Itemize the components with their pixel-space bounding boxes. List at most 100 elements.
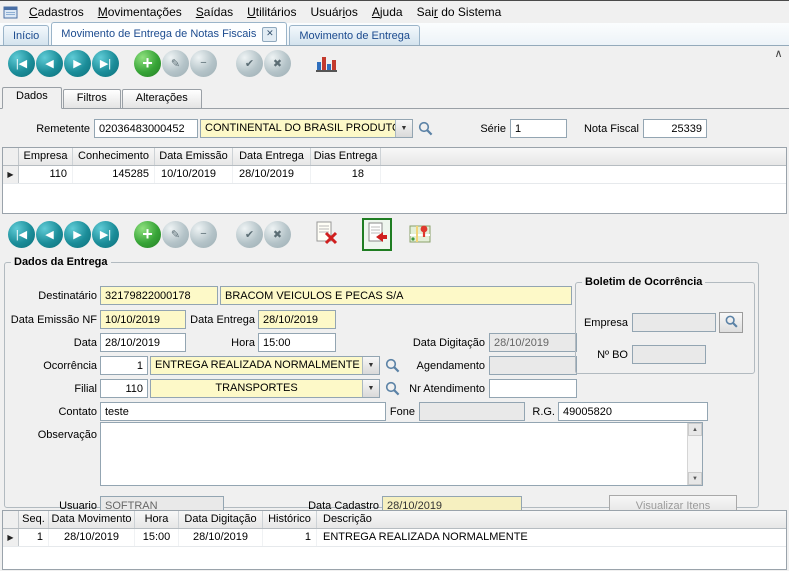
subtab-filtros[interactable]: Filtros [63, 89, 121, 108]
chart-button[interactable] [314, 50, 338, 77]
grid-row[interactable]: ▶ 110 145285 10/10/2019 28/10/2019 18 [3, 166, 786, 184]
cell-filler [381, 166, 786, 183]
cell-empresa: 110 [19, 166, 73, 183]
menu-ajuda[interactable]: Ajuda [365, 2, 410, 23]
cancel-delivery-button[interactable] [314, 221, 338, 248]
bo-empresa-search-button[interactable] [719, 312, 743, 333]
agendamento-input [489, 356, 577, 375]
indicator-column-header [3, 148, 19, 165]
map-location-button[interactable] [408, 221, 432, 248]
cancel-button[interactable]: ✖ [264, 50, 291, 77]
remetente-combobox[interactable]: CONTINENTAL DO BRASIL PRODUTOS A ▼ [200, 119, 413, 138]
detail-add-record-button[interactable]: + [134, 221, 161, 248]
cell-dias-entrega: 18 [311, 166, 381, 183]
observacao-textarea[interactable] [101, 423, 687, 485]
grid-row[interactable]: ▶ 1 28/10/2019 15:00 28/10/2019 1 ENTREG… [3, 529, 786, 547]
subtab-dados[interactable]: Dados [2, 87, 62, 109]
menu-accesskey: U [247, 5, 256, 19]
menu-label: Sai [417, 5, 434, 19]
search-icon [724, 314, 739, 332]
data-entrega-input[interactable] [258, 310, 336, 329]
hora-input[interactable] [258, 333, 336, 352]
close-tab-icon[interactable]: ✕ [262, 27, 277, 42]
tab-label: Movimento de Entrega de Notas Fiscais [61, 25, 256, 43]
menu-cadastros[interactable]: Cadastros [22, 2, 91, 23]
column-header-conhecimento: Conhecimento [73, 148, 155, 165]
cell-conhecimento: 145285 [73, 166, 155, 183]
column-header-seq: Seq. [19, 511, 49, 528]
menu-saidas[interactable]: Saídas [189, 2, 240, 23]
destinatario-label: Destinatário [9, 287, 97, 305]
edit-record-button[interactable]: ✎ [162, 50, 189, 77]
data-emissao-nf-input[interactable] [100, 310, 186, 329]
detail-previous-record-button[interactable]: ◀ [36, 221, 63, 248]
add-record-button[interactable]: + [134, 50, 161, 77]
menu-utilitarios[interactable]: Utilitários [240, 2, 303, 23]
contato-input[interactable] [100, 402, 386, 421]
remetente-code-input[interactable] [94, 119, 198, 138]
chevron-down-icon[interactable]: ▼ [362, 380, 379, 397]
observacao-scrollbar[interactable]: ▲ ▼ [687, 423, 702, 485]
nr-atendimento-label: Nr Atendimento [397, 380, 485, 398]
detail-confirm-button[interactable]: ✔ [236, 221, 263, 248]
delete-record-button[interactable]: − [190, 50, 217, 77]
chevron-down-icon[interactable]: ▼ [395, 120, 412, 137]
detail-first-record-button[interactable]: |◀ [8, 221, 35, 248]
application-window: Cadastros Movimentações Saídas Utilitári… [0, 0, 789, 571]
menu-accesskey: C [29, 5, 38, 19]
last-record-button[interactable]: ▶| [92, 50, 119, 77]
tab-movimento-entrega[interactable]: Movimento de Entrega [289, 25, 420, 45]
serie-input[interactable] [510, 119, 567, 138]
nr-atendimento-input[interactable] [489, 379, 577, 398]
scroll-down-icon[interactable]: ▼ [688, 472, 702, 485]
tab-movimento-entrega-notas-fiscais[interactable]: Movimento de Entrega de Notas Fiscais ✕ [51, 22, 287, 45]
data-input[interactable] [100, 333, 186, 352]
chevron-down-icon[interactable]: ▼ [362, 357, 379, 374]
remetente-label: Remetente [14, 120, 90, 138]
scroll-up-icon[interactable]: ▲ [688, 423, 702, 436]
menu-sair-do-sistema[interactable]: Sair do Sistema [410, 2, 509, 23]
ocorrencia-code-input[interactable] [100, 356, 148, 375]
scroll-up-icon[interactable]: ∧ [771, 47, 786, 62]
tab-label: Início [13, 27, 39, 45]
column-header-filler [381, 148, 786, 165]
document-arrow-icon [366, 222, 388, 247]
menu-movimentacoes[interactable]: Movimentações [91, 2, 189, 23]
subtab-alteracoes[interactable]: Alterações [122, 89, 202, 108]
menu-accesskey: A [372, 5, 380, 19]
data-digitacao-input [489, 333, 577, 352]
next-record-button[interactable]: ▶ [64, 50, 91, 77]
column-header-data-movimento: Data Movimento [49, 511, 135, 528]
fone-label: Fone [385, 403, 415, 421]
filial-code-input[interactable] [100, 379, 148, 398]
detail-delete-record-button[interactable]: − [190, 221, 217, 248]
rg-input[interactable] [558, 402, 708, 421]
detail-cancel-button[interactable]: ✖ [264, 221, 291, 248]
cell-hora: 15:00 [135, 529, 179, 546]
chart-icon [314, 50, 338, 77]
filial-combobox-value: TRANSPORTES [151, 380, 362, 397]
ocorrencia-label: Ocorrência [9, 357, 97, 375]
destinatario-code-input[interactable] [100, 286, 218, 305]
detail-last-record-button[interactable]: ▶| [92, 221, 119, 248]
detail-edit-record-button[interactable]: ✎ [162, 221, 189, 248]
ocorrencia-combobox[interactable]: ENTREGA REALIZADA NORMALMENTE ▼ [150, 356, 380, 375]
previous-record-button[interactable]: ◀ [36, 50, 63, 77]
register-delivery-button[interactable] [362, 218, 392, 251]
cell-data-digitacao: 28/10/2019 [179, 529, 263, 546]
first-record-button[interactable]: |◀ [8, 50, 35, 77]
menu-usuarios[interactable]: Usuários [303, 2, 364, 23]
tab-inicio[interactable]: Início [3, 25, 49, 45]
nota-fiscal-input[interactable] [643, 119, 707, 138]
remetente-search-icon[interactable] [417, 120, 434, 137]
destinatario-name-input[interactable] [220, 286, 572, 305]
confirm-button[interactable]: ✔ [236, 50, 263, 77]
detail-next-record-button[interactable]: ▶ [64, 221, 91, 248]
historico-grid: Seq. Data Movimento Hora Data Digitação … [2, 510, 787, 570]
rg-label: R.G. [529, 403, 555, 421]
menu-label: Usuár [310, 5, 342, 19]
filial-combobox[interactable]: TRANSPORTES ▼ [150, 379, 380, 398]
column-header-data-emissao: Data Emissão [155, 148, 233, 165]
boletim-ocorrencia-group: Boletim de Ocorrência Empresa Nº BO [575, 276, 755, 374]
tab-label: Movimento de Entrega [299, 27, 410, 45]
